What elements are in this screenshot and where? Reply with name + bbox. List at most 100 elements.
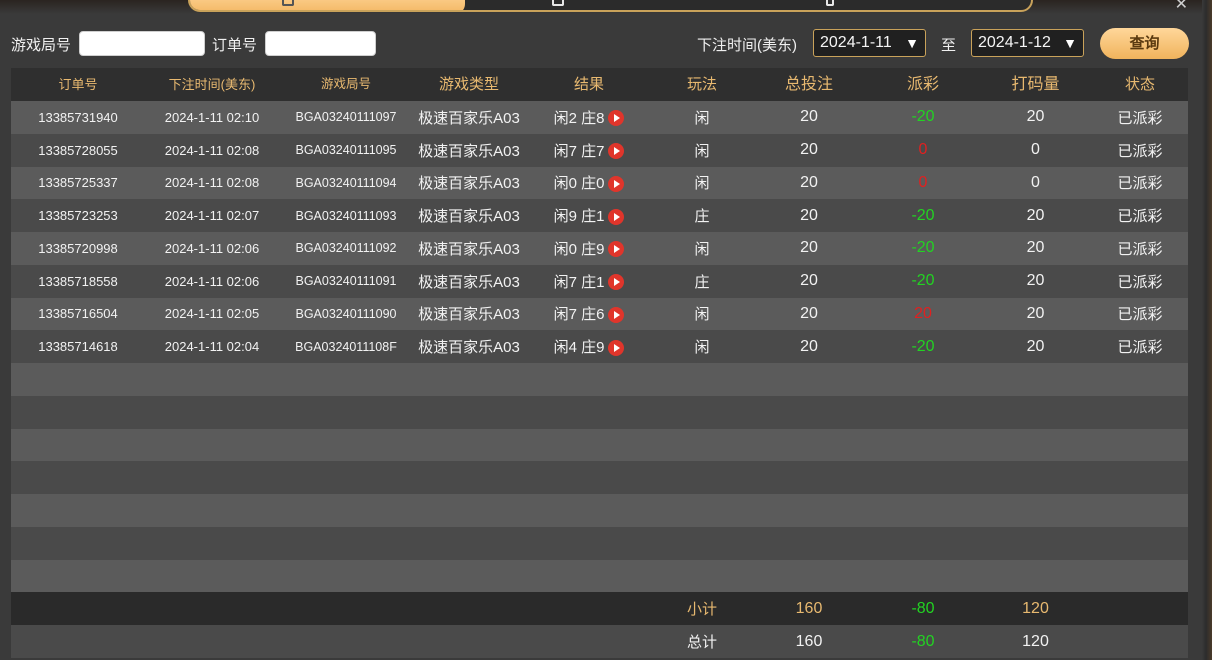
cell-total-bet: 20 — [800, 173, 818, 191]
cell-status: 已派彩 — [1117, 109, 1163, 127]
cell-order-number: 13385731940 — [38, 109, 118, 125]
table-row: 13385718558 2024-1-11 02:06 BGA03240111091… — [11, 264, 1188, 298]
total-wager: 120 — [1022, 632, 1049, 650]
cell-order-number: 13385723253 — [38, 208, 118, 224]
table-row: 13385731940 2024-1-11 02:10 BGA03240111097… — [11, 101, 1188, 134]
play-icon[interactable] — [608, 339, 625, 356]
cell-order-number: 13385725337 — [38, 175, 118, 191]
play-icon[interactable] — [608, 241, 625, 258]
subtotal-wager: 120 — [1022, 599, 1049, 617]
date-from-select[interactable]: 2024-1-11 ▼ — [813, 29, 926, 57]
cell-result: 闲7 庄7 — [525, 140, 653, 161]
game-round-input[interactable] — [79, 31, 205, 56]
game-round-label: 游戏局号 — [11, 37, 72, 54]
cell-wager: 20 — [1026, 304, 1045, 322]
cell-wager: 20 — [1026, 272, 1045, 290]
chevron-down-icon: ▼ — [1063, 35, 1077, 51]
cell-result: 闲7 庄1 — [525, 271, 653, 292]
cell-status: 已派彩 — [1117, 175, 1163, 193]
subtotal-row: 小计 160 -80 120 — [11, 592, 1188, 626]
cell-round-id: BGA03240111093 — [295, 208, 397, 223]
cell-order-number: 13385720998 — [38, 240, 118, 256]
result-text: 闲2 庄8 — [553, 109, 605, 127]
cell-game-type: 极速百家乐A03 — [418, 109, 520, 127]
tab-bar — [188, 0, 1033, 12]
result-text: 闲7 庄7 — [553, 142, 605, 160]
total-payout: -80 — [911, 632, 935, 650]
col-header-order: 订单号 — [58, 77, 98, 92]
play-icon[interactable] — [608, 306, 625, 323]
cell-order-number: 13385716504 — [38, 306, 118, 322]
cell-round-id: BGA03240111092 — [295, 241, 397, 256]
cell-wager: 0 — [1031, 141, 1040, 159]
result-text: 闲9 庄1 — [553, 208, 605, 226]
cell-wager: 20 — [1026, 206, 1045, 224]
cell-wager: 20 — [1026, 108, 1045, 126]
play-icon[interactable] — [608, 208, 625, 225]
play-icon[interactable] — [608, 274, 625, 291]
cell-payout: -20 — [911, 108, 935, 126]
cell-result: 闲0 庄0 — [525, 172, 653, 193]
query-button[interactable]: 查询 — [1100, 28, 1189, 59]
cell-payout: -20 — [911, 272, 935, 290]
table-row: 13385723253 2024-1-11 02:07 BGA03240111093… — [11, 199, 1188, 232]
order-input[interactable] — [265, 31, 376, 56]
empty-row — [11, 559, 1188, 593]
table-row: 13385725337 2024-1-11 02:08 BGA03240111094… — [11, 166, 1188, 200]
empty-row — [11, 428, 1188, 462]
cell-play-type: 闲 — [694, 339, 710, 357]
cell-total-bet: 20 — [800, 304, 818, 322]
table-row: 13385720998 2024-1-11 02:06 BGA03240111092… — [11, 232, 1188, 265]
cell-wager: 20 — [1026, 239, 1045, 257]
cell-bet-time: 2024-1-11 02:10 — [164, 109, 260, 125]
cell-order-number: 13385728055 — [38, 142, 118, 158]
result-text: 闲7 庄6 — [553, 306, 605, 324]
cell-payout: -20 — [911, 206, 935, 224]
cell-play-type: 庄 — [694, 273, 710, 291]
result-text: 闲7 庄1 — [553, 273, 605, 291]
cell-round-id: BGA03240111094 — [295, 175, 397, 190]
cell-play-type: 闲 — [694, 175, 710, 193]
cell-total-bet: 20 — [800, 272, 818, 290]
to-label: 至 — [941, 37, 957, 54]
cell-result: 闲4 庄9 — [525, 336, 653, 357]
cell-total-bet: 20 — [800, 206, 818, 224]
cell-game-type: 极速百家乐A03 — [418, 339, 520, 357]
cell-status: 已派彩 — [1117, 273, 1163, 291]
table-row: 13385728055 2024-1-11 02:08 BGA03240111095… — [11, 133, 1188, 167]
play-icon[interactable] — [608, 110, 625, 127]
play-icon[interactable] — [608, 175, 625, 192]
empty-row — [11, 395, 1188, 429]
chevron-down-icon: ▼ — [905, 35, 919, 51]
cell-bet-time: 2024-1-11 02:07 — [164, 208, 260, 224]
cell-result: 闲9 庄1 — [525, 205, 653, 226]
cell-wager: 0 — [1031, 173, 1040, 191]
cell-bet-time: 2024-1-11 02:05 — [164, 306, 260, 322]
cell-bet-time: 2024-1-11 02:08 — [164, 175, 260, 191]
cell-round-id: BGA03240111097 — [295, 110, 397, 125]
cell-result: 闲7 庄6 — [525, 303, 653, 324]
cell-status: 已派彩 — [1117, 240, 1163, 258]
tab-active[interactable] — [190, 0, 465, 10]
table-header: 订单号 下注时间(美东) 游戏局号 游戏类型 结果 玩法 总投注 派彩 打码量 … — [11, 68, 1188, 101]
cell-bet-time: 2024-1-11 02:06 — [164, 273, 260, 289]
cell-play-type: 庄 — [694, 208, 710, 226]
close-icon[interactable]: ✕ — [1175, 0, 1188, 14]
result-text: 闲4 庄9 — [553, 339, 605, 357]
cell-game-type: 极速百家乐A03 — [418, 273, 520, 291]
cell-bet-time: 2024-1-11 02:04 — [164, 339, 260, 355]
col-header-game-type: 游戏类型 — [438, 76, 499, 93]
cell-play-type: 闲 — [694, 240, 710, 258]
cell-payout: -20 — [911, 239, 935, 257]
cell-game-type: 极速百家乐A03 — [418, 142, 520, 160]
cell-status: 已派彩 — [1117, 339, 1163, 357]
play-icon[interactable] — [608, 143, 625, 160]
window-edge — [1202, 0, 1212, 660]
date-to-select[interactable]: 2024-1-12 ▼ — [971, 29, 1084, 57]
cell-payout: 20 — [914, 304, 932, 322]
bet-record-table: 订单号 下注时间(美东) 游戏局号 游戏类型 结果 玩法 总投注 派彩 打码量 … — [11, 68, 1188, 659]
cell-round-id: BGA03240111091 — [295, 274, 397, 289]
cell-bet-time: 2024-1-11 02:08 — [164, 142, 260, 158]
cell-game-type: 极速百家乐A03 — [418, 208, 520, 226]
table-row: 13385716504 2024-1-11 02:05 BGA03240111090… — [11, 297, 1188, 331]
